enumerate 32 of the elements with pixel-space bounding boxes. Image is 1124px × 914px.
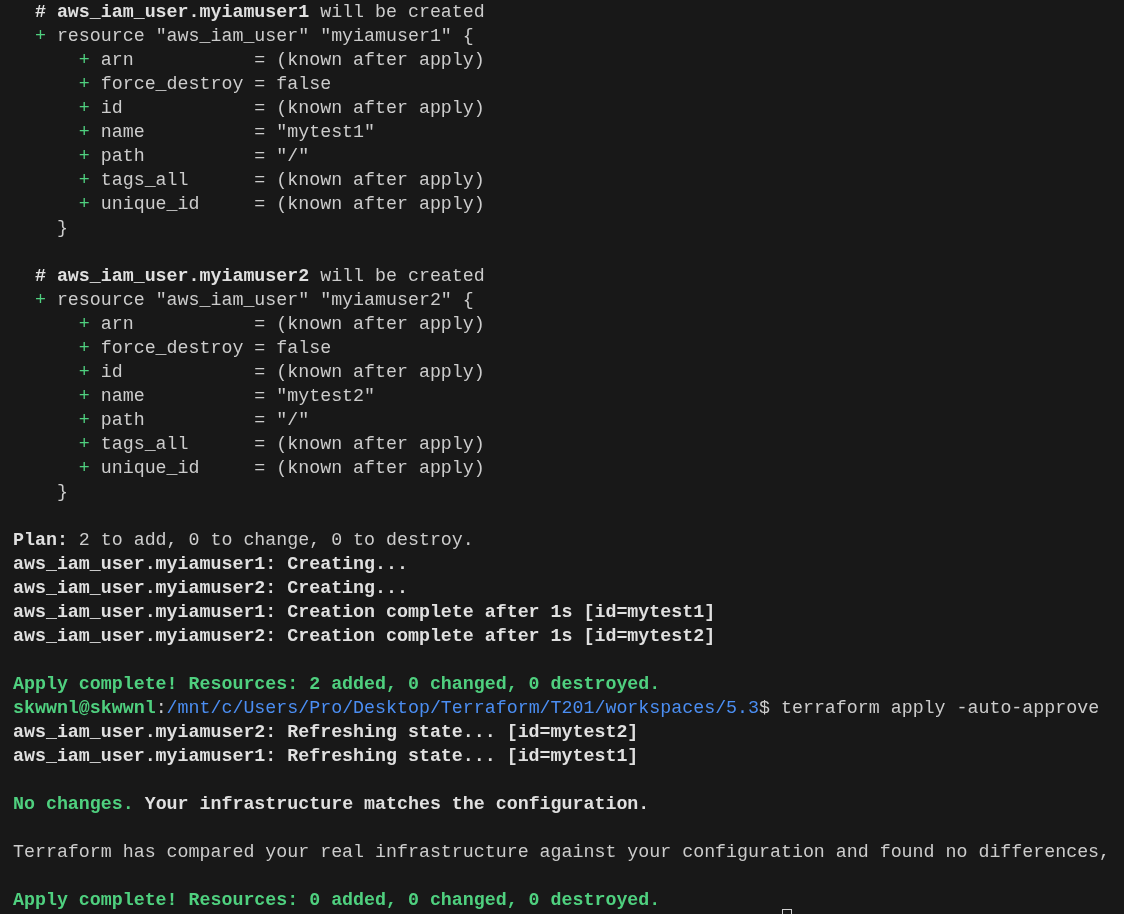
terminal-line: + tags_all = (known after apply) [77,169,485,192]
terminal-line: Apply complete! Resources: 0 added, 0 changed, 0 destroyed. [13,889,661,912]
terminal-line: + name = "mytest1" [77,121,376,144]
terminal-line: + resource "aws_iam_user" "myiamuser2" { [33,289,474,312]
terminal-line: Apply complete! Resources: 2 added, 0 changed, 0 destroyed. [13,673,661,696]
terminal-line: aws_iam_user.myiamuser2: Creation complete after 1s [id=mytest2] [13,625,716,648]
terminal-line: } [55,217,68,240]
terminal-line: aws_iam_user.myiamuser1: Creating... [13,553,408,576]
terminal-line: # aws_iam_user.myiamuser1 will be created [33,1,485,24]
terminal-line: aws_iam_user.myiamuser1: Creation complete after 1s [id=mytest1] [13,601,716,624]
terminal-line: + unique_id = (known after apply) [77,193,485,216]
terminal-line: + force_destroy = false [77,337,332,360]
terminal-line: + name = "mytest2" [77,385,376,408]
terminal-line: aws_iam_user.myiamuser1: Refreshing state... [id=mytest1] [13,745,639,768]
terminal-line: + id = (known after apply) [77,97,485,120]
terminal-line: + path = "/" [77,409,310,432]
terminal-line: + arn = (known after apply) [77,49,485,72]
terminal-line: + path = "/" [77,145,310,168]
terminal-line: + tags_all = (known after apply) [77,433,485,456]
terminal-line: + arn = (known after apply) [77,313,485,336]
terminal-line: } [55,481,68,504]
terminal-line: skwwnl@skwwnl:/mnt/c/Users/Pro/Desktop/Terraform/T201/workspaces/5.3$ terraform apply -auto-approve [13,697,1100,720]
terminal-line: Plan: 2 to add, 0 to change, 0 to destroy. [13,529,474,552]
terminal-line: + force_destroy = false [77,73,332,96]
terminal-line: aws_iam_user.myiamuser2: Creating... [13,577,408,600]
terminal-line: aws_iam_user.myiamuser2: Refreshing state... [id=mytest2] [13,721,639,744]
terminal-line: # aws_iam_user.myiamuser2 will be created [33,265,485,288]
terminal-line: + unique_id = (known after apply) [77,457,485,480]
terminal-line: No changes. Your infrastructure matches the configuration. [13,793,650,816]
terminal-line: Terraform has compared your real infrastructure against your configuration and found no differences, [13,841,1111,864]
terminal-line: + resource "aws_iam_user" "myiamuser1" { [33,25,474,48]
terminal-line: + id = (known after apply) [77,361,485,384]
